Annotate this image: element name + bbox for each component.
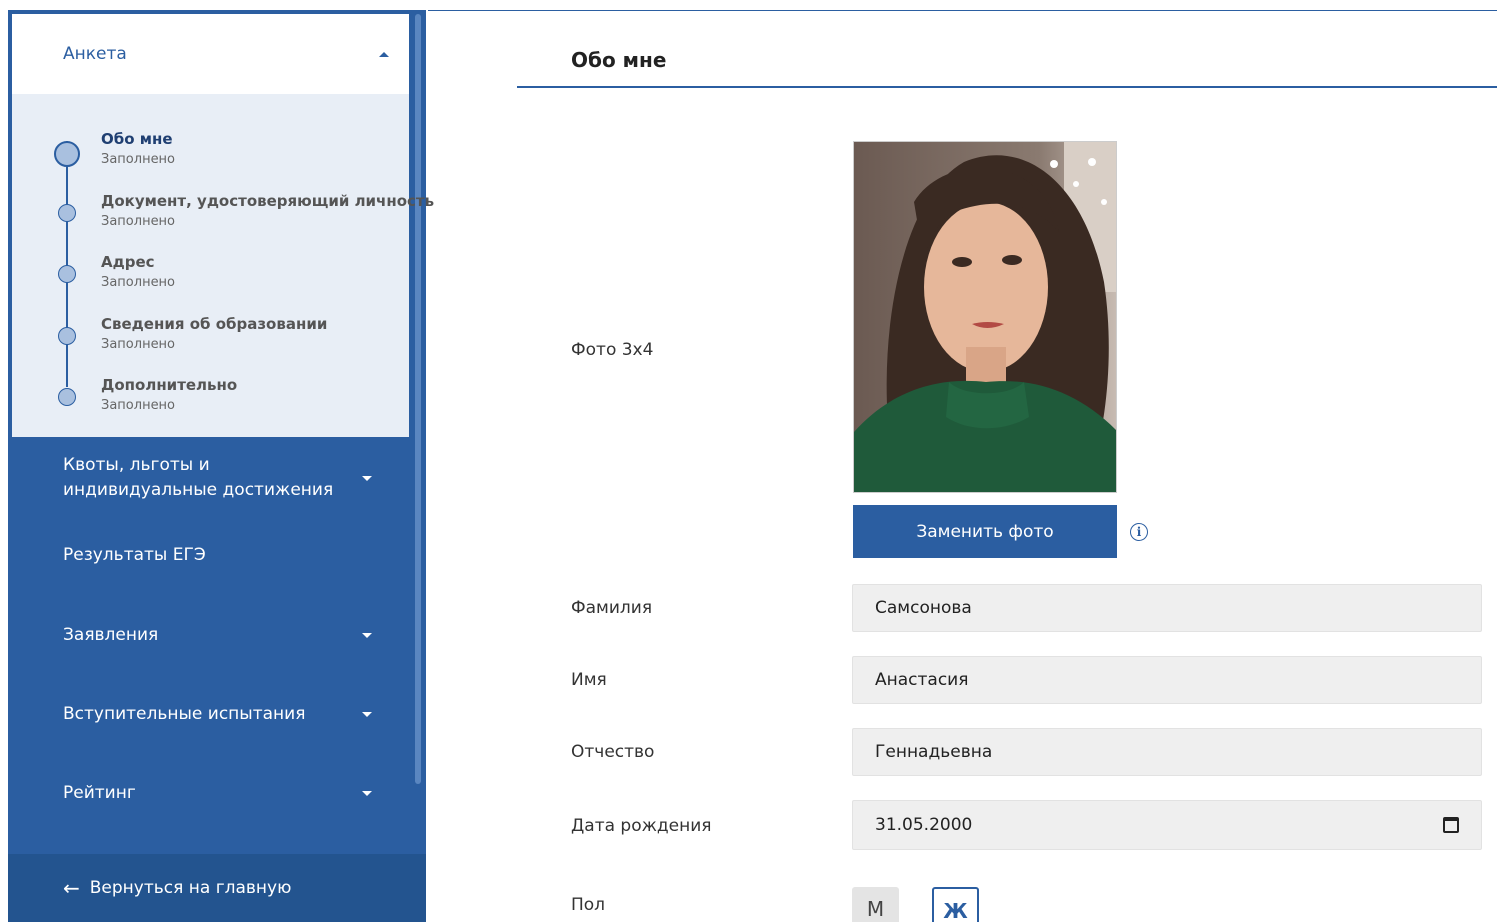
sidebar-item-applications[interactable]: Заявления <box>8 620 408 650</box>
sidebar-item-rating[interactable]: Рейтинг <box>8 778 408 808</box>
step-address[interactable]: Адрес Заполнено <box>12 253 409 305</box>
birthdate-value: 31.05.2000 <box>875 815 973 835</box>
arrow-left-icon: ← <box>63 876 80 900</box>
field-label-patronymic: Отчество <box>571 742 655 762</box>
step-marker-icon <box>58 327 76 345</box>
step-status: Заполнено <box>101 214 176 229</box>
step-marker-icon <box>54 141 80 167</box>
accordion-anketa-header[interactable]: Анкета <box>12 14 409 94</box>
sidebar-item-quotas[interactable]: Квоты, льготы и индивидуальные достижени… <box>8 450 408 506</box>
info-icon[interactable]: i <box>1130 523 1148 541</box>
step-title: Обо мне <box>101 130 173 148</box>
field-label-birthdate: Дата рождения <box>571 816 712 836</box>
sex-male-button[interactable]: М <box>852 887 899 922</box>
sex-female-button[interactable]: Ж <box>932 887 979 922</box>
field-label-surname: Фамилия <box>571 598 653 618</box>
title-divider <box>517 86 1497 88</box>
step-marker-icon <box>58 265 76 283</box>
sidebar: Анкета Обо мне Заполнено Документ, удост… <box>8 10 434 922</box>
step-title: Сведения об образовании <box>101 315 328 333</box>
surname-field[interactable]: Самсонова <box>852 584 1482 632</box>
calendar-icon[interactable] <box>1443 817 1459 833</box>
step-education[interactable]: Сведения об образовании Заполнено <box>12 315 409 367</box>
name-field[interactable]: Анастасия <box>852 656 1482 704</box>
birthdate-field[interactable]: 31.05.2000 <box>852 800 1482 850</box>
step-title: Адрес <box>101 253 155 271</box>
sidebar-scrollbar-thumb[interactable] <box>415 14 421 784</box>
sidebar-item-label: Рейтинг <box>63 782 136 803</box>
step-marker-icon <box>58 388 76 406</box>
step-status: Заполнено <box>101 275 176 290</box>
step-about-me[interactable]: Обо мне Заполнено <box>12 130 409 182</box>
step-title: Дополнительно <box>101 376 238 394</box>
sidebar-item-entrance-exams[interactable]: Вступительные испытания <box>8 699 408 729</box>
field-label-name: Имя <box>571 670 607 690</box>
profile-photo <box>853 141 1117 493</box>
step-additional[interactable]: Дополнительно Заполнено <box>12 376 409 428</box>
step-title: Документ, удостоверяющий личность <box>101 192 435 210</box>
step-identity-document[interactable]: Документ, удостоверяющий личность Заполн… <box>12 192 434 244</box>
back-to-main-link[interactable]: ← Вернуться на главную <box>8 854 426 922</box>
chevron-down-icon <box>362 790 372 796</box>
sidebar-item-ege-results[interactable]: Результаты ЕГЭ <box>8 540 408 570</box>
sidebar-item-label: Вступительные испытания <box>63 703 306 724</box>
chevron-down-icon <box>362 711 372 717</box>
replace-photo-button[interactable]: Заменить фото <box>853 505 1117 558</box>
profile-photo-image <box>854 142 1116 492</box>
chevron-up-icon <box>379 51 389 57</box>
step-status: Заполнено <box>101 398 176 413</box>
sidebar-item-label: Квоты, льготы и индивидуальные достижени… <box>63 455 334 500</box>
step-status: Заполнено <box>101 337 176 352</box>
step-marker-icon <box>58 204 76 222</box>
patronymic-field[interactable]: Геннадьевна <box>852 728 1482 776</box>
chevron-down-icon <box>362 632 372 638</box>
page: Анкета Обо мне Заполнено Документ, удост… <box>0 0 1497 922</box>
top-divider <box>428 10 1497 11</box>
back-to-main-label: Вернуться на главную <box>89 878 292 898</box>
chevron-down-icon <box>362 475 372 481</box>
sidebar-scrollbar[interactable] <box>415 12 424 852</box>
page-title: Обо мне <box>571 48 667 72</box>
sidebar-item-label: Результаты ЕГЭ <box>63 544 206 565</box>
step-status: Заполнено <box>101 152 176 167</box>
accordion-anketa-body: Обо мне Заполнено Документ, удостоверяющ… <box>12 94 434 437</box>
accordion-anketa-label: Анкета <box>63 44 127 64</box>
sidebar-item-label: Заявления <box>63 624 159 645</box>
field-label-sex: Пол <box>571 895 606 915</box>
photo-label: Фото 3x4 <box>571 340 654 360</box>
